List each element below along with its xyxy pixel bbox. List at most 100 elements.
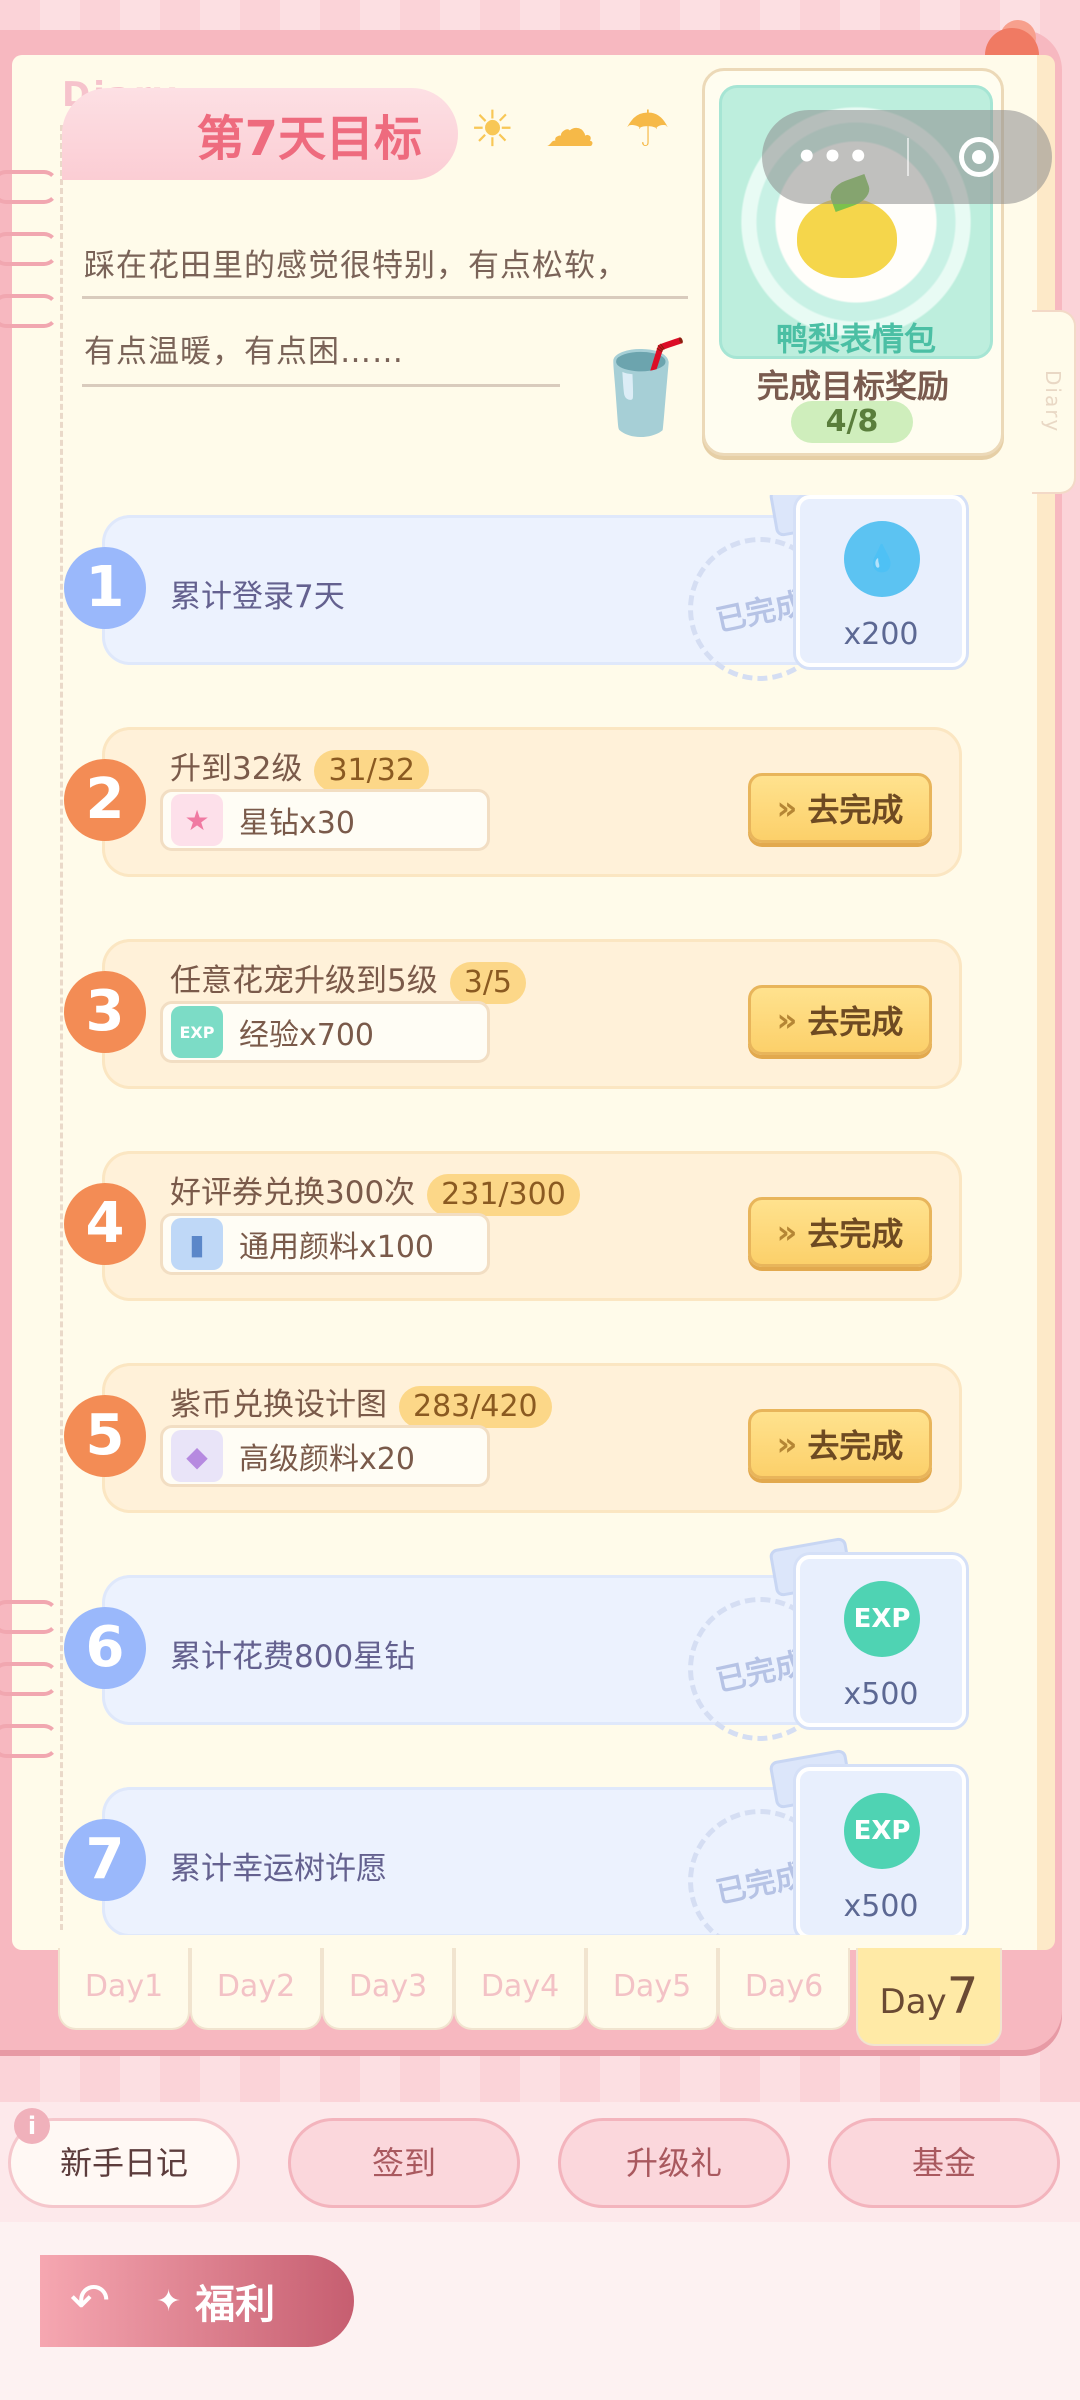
task-title: 累计幸运树许愿 — [170, 1851, 387, 1887]
tab-day3[interactable]: Day3 — [322, 1948, 454, 2030]
task-number: 4 — [64, 1183, 146, 1265]
task-reward-label: 星钻x30 — [239, 806, 355, 841]
side-tab-diary[interactable]: Diary — [1032, 310, 1076, 494]
task-number: 3 — [64, 971, 146, 1053]
task-title-text: 好评券兑换300次 — [170, 1175, 416, 1211]
palette-icon: ◆ — [171, 1430, 223, 1482]
more-button[interactable]: ••• — [762, 137, 907, 177]
reward-qty: x500 — [843, 1677, 919, 1712]
task-title: 累计花费800星钻 — [170, 1639, 416, 1675]
tab-day4[interactable]: Day4 — [454, 1948, 586, 2030]
tab-fund[interactable]: 基金 — [828, 2118, 1060, 2208]
binder-ring-icon — [0, 294, 58, 328]
diary-rule — [82, 384, 560, 387]
task-reward: EXP 经验x700 — [160, 1001, 490, 1063]
reward-name: 鸭梨表情包 — [775, 320, 936, 358]
miniprogram-capsule: ••• — [762, 110, 1052, 204]
double-chevron-icon: » — [776, 789, 798, 827]
tab-day7-number: 7 — [946, 1967, 979, 2025]
task-list[interactable]: 1 累计登录7天 已完成 💧 x200 2 升到32级 31/32 ★ 星钻x30… — [0, 495, 1062, 1935]
star-diamond-icon: ★ — [171, 794, 223, 846]
binder-ring-icon — [0, 170, 58, 204]
cloud-icon: ☁ — [545, 100, 595, 158]
exp-badge-icon: EXP — [844, 1793, 920, 1869]
double-chevron-icon: » — [776, 1213, 798, 1251]
go-complete-label: 去完成 — [807, 1003, 904, 1041]
tab-day2[interactable]: Day2 — [190, 1948, 322, 2030]
tab-level-gift[interactable]: 升级礼 — [558, 2118, 790, 2208]
task-item-4: 4 好评券兑换300次 231/300 ▮ 通用颜料x100 » 去完成 — [60, 1131, 970, 1301]
tab-day7-prefix: Day — [879, 1982, 947, 2022]
sparkle-icon: ✦ — [156, 2283, 182, 2319]
tab-day7[interactable]: Day7 — [856, 1948, 1002, 2046]
task-number: 6 — [64, 1607, 146, 1689]
task-item-1: 1 累计登录7天 已完成 💧 x200 — [60, 495, 970, 695]
task-reward: ▮ 通用颜料x100 — [160, 1213, 490, 1275]
task-number: 2 — [64, 759, 146, 841]
task-progress: 31/32 — [314, 749, 429, 792]
task-item-7: 7 累计幸运树许愿 已完成 EXP x500 — [60, 1748, 970, 1935]
task-title-text: 任意花宠升级到5级 — [170, 963, 438, 999]
task-progress: 3/5 — [449, 961, 527, 1004]
exp-icon: EXP — [171, 1006, 223, 1058]
close-target-icon[interactable] — [959, 137, 999, 177]
task-title: 紫币兑换设计图 283/420 — [170, 1379, 552, 1428]
task-title: 累计登录7天 — [170, 579, 345, 615]
reward-item-box[interactable]: 💧 x200 — [796, 495, 966, 667]
drink-cup-icon: 🥤 — [585, 335, 698, 440]
back-arrow-icon[interactable]: ↶ — [60, 2271, 120, 2331]
task-item-5: 5 紫币兑换设计图 283/420 ◆ 高级颜料x20 » 去完成 — [60, 1343, 970, 1513]
double-chevron-icon: » — [776, 1001, 798, 1039]
task-item-3: 3 任意花宠升级到5级 3/5 EXP 经验x700 » 去完成 — [60, 919, 970, 1089]
reward-item-box[interactable]: EXP x500 — [796, 1767, 966, 1935]
task-progress: 231/300 — [427, 1173, 580, 1216]
reward-progress: 4/8 — [791, 401, 913, 443]
task-reward: ★ 星钻x30 — [160, 789, 490, 851]
capsule-divider — [907, 138, 909, 176]
sun-icon: ☀ — [470, 100, 515, 158]
binder-ring-icon — [0, 232, 58, 266]
task-number: 7 — [64, 1819, 146, 1901]
task-item-2: 2 升到32级 31/32 ★ 星钻x30 » 去完成 — [60, 707, 970, 877]
task-reward-label: 经验x700 — [239, 1018, 375, 1053]
task-progress: 283/420 — [399, 1385, 552, 1428]
diary-text-line1: 踩在花田里的感觉很特别，有点松软， — [84, 248, 628, 284]
task-title-text: 升到32级 — [170, 751, 303, 787]
task-reward-label: 高级颜料x20 — [239, 1442, 415, 1477]
task-reward-label: 通用颜料x100 — [239, 1230, 435, 1265]
rain-cloud-icon: ☂ — [625, 100, 670, 158]
go-complete-label: 去完成 — [807, 791, 904, 829]
day-goal-title-badge: 第7天目标 — [62, 88, 458, 180]
paint-bottle-icon: ▮ — [171, 1218, 223, 1270]
welfare-label: 福利 — [195, 2282, 276, 2328]
day-tabs: Day1 Day2 Day3 Day4 Day5 Day6 Day7 — [58, 1948, 1002, 2046]
tab-day5[interactable]: Day5 — [586, 1948, 718, 2030]
reward-qty: x200 — [843, 617, 919, 652]
page-title: 第7天目标 — [196, 111, 422, 167]
diary-rule — [82, 296, 688, 299]
reward-qty: x500 — [843, 1889, 919, 1924]
go-complete-label: 去完成 — [807, 1215, 904, 1253]
task-title: 任意花宠升级到5级 3/5 — [170, 955, 527, 1004]
side-tab-label: Diary — [1041, 370, 1065, 434]
tab-day1[interactable]: Day1 — [58, 1948, 190, 2030]
pear-duck-sticker-icon — [797, 198, 897, 278]
welfare-button[interactable]: ↶ ✦ 福利 — [40, 2255, 354, 2347]
reward-item-box[interactable]: EXP x500 — [796, 1555, 966, 1727]
task-number: 5 — [64, 1395, 146, 1477]
tab-sign-in[interactable]: 签到 — [288, 2118, 520, 2208]
go-complete-label: 去完成 — [807, 1427, 904, 1465]
go-complete-button[interactable]: » 去完成 — [748, 773, 932, 843]
tab-day6[interactable]: Day6 — [718, 1948, 850, 2030]
task-title: 好评券兑换300次 231/300 — [170, 1167, 580, 1216]
task-number: 1 — [64, 547, 146, 629]
diary-text-line2: 有点温暖，有点困…… — [84, 334, 404, 370]
double-chevron-icon: » — [776, 1425, 798, 1463]
task-item-6: 6 累计花费800星钻 已完成 EXP x500 — [60, 1536, 970, 1755]
go-complete-button[interactable]: » 去完成 — [748, 1197, 932, 1267]
go-complete-button[interactable]: » 去完成 — [748, 985, 932, 1055]
task-title-text: 紫币兑换设计图 — [170, 1387, 387, 1423]
water-drop-icon: 💧 — [844, 521, 920, 597]
info-icon[interactable]: i — [14, 2108, 50, 2144]
go-complete-button[interactable]: » 去完成 — [748, 1409, 932, 1479]
